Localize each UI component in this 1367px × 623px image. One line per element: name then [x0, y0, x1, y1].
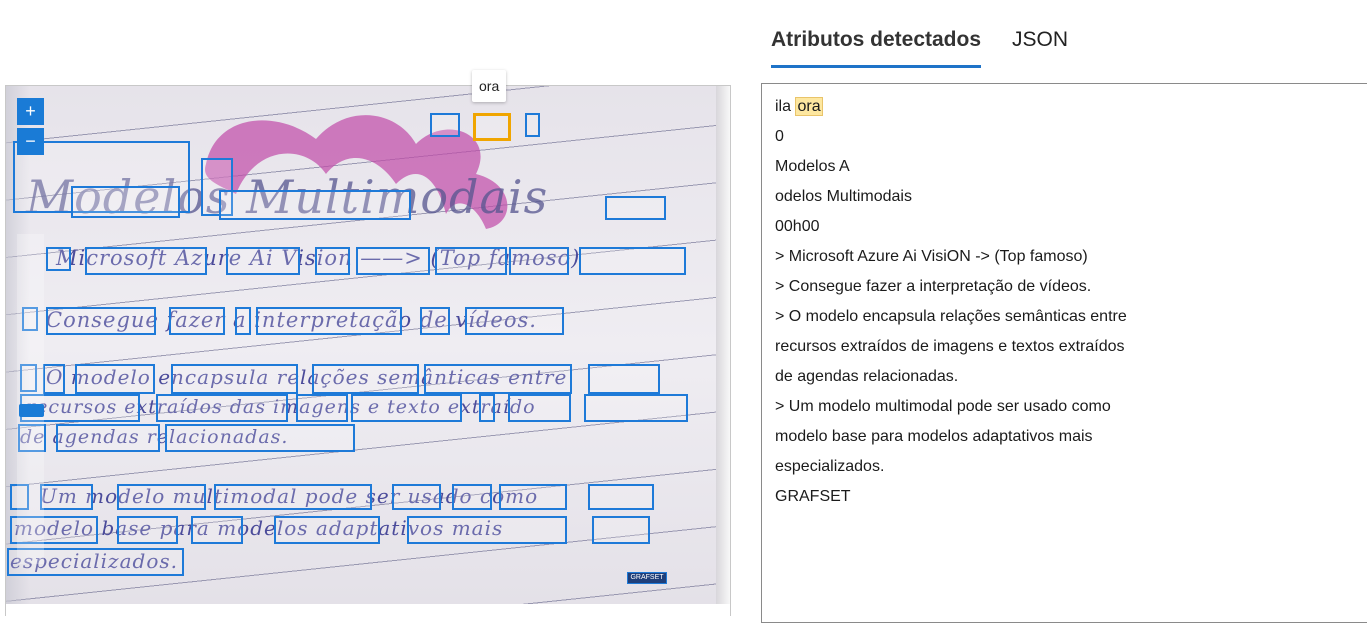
- word-box[interactable]: [46, 247, 71, 271]
- tab-detected-attributes[interactable]: Atributos detectados: [771, 26, 982, 68]
- image-viewer[interactable]: Modelos Multimodais Microsoft Azure Ai V…: [5, 85, 731, 616]
- word-box[interactable]: [46, 307, 156, 335]
- word-box[interactable]: [435, 247, 507, 275]
- result-line: recursos extraídos de imagens e textos e…: [775, 338, 1125, 355]
- tab-json[interactable]: JSON: [1012, 26, 1068, 68]
- word-box[interactable]: [407, 516, 567, 544]
- word-box[interactable]: [296, 394, 348, 422]
- word-box-selected[interactable]: [473, 113, 511, 141]
- result-line: modelo base para modelos adaptativos mai…: [775, 428, 1093, 445]
- word-box[interactable]: [214, 484, 372, 510]
- word-box[interactable]: [315, 247, 350, 275]
- result-line: ila ora: [775, 92, 1357, 122]
- word-box[interactable]: [584, 394, 688, 422]
- word-box[interactable]: [452, 484, 492, 510]
- result-line: 00h00: [775, 218, 820, 235]
- result-line: GRAFSET: [775, 488, 851, 505]
- zoom-out-button[interactable]: −: [17, 128, 44, 155]
- word-box[interactable]: [424, 364, 572, 394]
- page-edge: [716, 86, 730, 604]
- result-line: > Um modelo multimodal pode ser usado co…: [775, 398, 1111, 415]
- word-box[interactable]: [465, 307, 564, 335]
- result-line: > O modelo encapsula relações semânticas…: [775, 308, 1127, 325]
- word-box[interactable]: [219, 190, 411, 220]
- word-box[interactable]: [171, 364, 298, 394]
- word-box[interactable]: [169, 307, 225, 335]
- zoom-slider-thumb[interactable]: [19, 404, 44, 417]
- word-box[interactable]: [274, 516, 380, 544]
- word-box[interactable]: [588, 484, 654, 510]
- word-box[interactable]: [156, 394, 288, 422]
- word-box[interactable]: [226, 247, 300, 275]
- word-box[interactable]: [191, 516, 243, 544]
- word-box[interactable]: [356, 247, 430, 275]
- word-box[interactable]: [256, 307, 402, 335]
- word-box[interactable]: [392, 484, 441, 510]
- zoom-slider-track[interactable]: [17, 234, 44, 564]
- result-line: > Consegue fazer a interpretação de víde…: [775, 278, 1092, 295]
- result-line: Modelos A: [775, 158, 850, 175]
- word-box[interactable]: [508, 394, 571, 422]
- result-line: de agendas relacionadas.: [775, 368, 959, 385]
- result-line: odelos Multimodais: [775, 188, 912, 205]
- word-box[interactable]: [75, 364, 155, 394]
- result-lines: 0 Modelos A odelos Multimodais 00h00 > Micro…: [775, 122, 1357, 512]
- word-tooltip: ora: [472, 70, 507, 102]
- word-box[interactable]: [525, 113, 540, 137]
- highlighted-word[interactable]: ora: [795, 97, 823, 116]
- grafset-logo[interactable]: GRAFSET: [627, 572, 667, 584]
- word-box[interactable]: [579, 247, 686, 275]
- word-box[interactable]: [312, 364, 419, 394]
- result-tabs: Atributos detectados JSON: [771, 26, 1068, 68]
- notebook-photo: Modelos Multimodais Microsoft Azure Ai V…: [6, 86, 730, 604]
- word-box[interactable]: [479, 394, 495, 422]
- word-box[interactable]: [117, 484, 206, 510]
- zoom-in-button[interactable]: +: [17, 98, 44, 125]
- word-box[interactable]: [351, 394, 462, 422]
- word-box[interactable]: [40, 484, 93, 510]
- result-line: > Microsoft Azure Ai VisiON -> (Top famo…: [775, 248, 1088, 265]
- word-box[interactable]: [43, 364, 65, 394]
- result-line: 0: [775, 128, 784, 145]
- word-box[interactable]: [71, 186, 180, 218]
- word-box[interactable]: [56, 424, 160, 452]
- word-box[interactable]: [85, 247, 207, 275]
- word-box[interactable]: [588, 364, 660, 394]
- word-box[interactable]: [605, 196, 666, 220]
- word-box[interactable]: [165, 424, 355, 452]
- word-box[interactable]: [235, 307, 251, 335]
- result-text: ila: [775, 98, 792, 115]
- detected-text-panel: ila ora 0 Modelos A odelos Multimodais 00h0…: [761, 83, 1367, 623]
- word-box[interactable]: [592, 516, 650, 544]
- word-box[interactable]: [117, 516, 178, 544]
- result-line: especializados.: [775, 458, 885, 475]
- word-box[interactable]: [509, 247, 569, 275]
- word-box[interactable]: [499, 484, 567, 510]
- word-box[interactable]: [420, 307, 450, 335]
- word-box[interactable]: [430, 113, 460, 137]
